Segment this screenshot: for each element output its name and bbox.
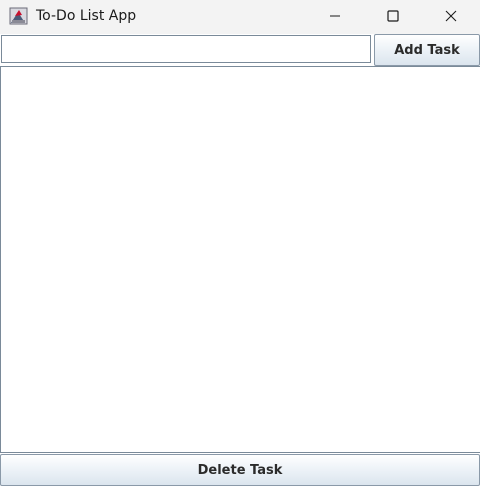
window-title: To-Do List App [36,8,137,24]
close-button[interactable] [422,0,480,32]
java-app-icon [9,6,29,26]
maximize-button[interactable] [364,0,422,32]
app-window: To-Do List App Add Task Delete Task [0,0,480,486]
minimize-button[interactable] [306,0,364,32]
input-row: Add Task [0,34,480,66]
close-icon [445,7,457,26]
task-input[interactable] [1,35,371,63]
title-bar[interactable]: To-Do List App [0,0,480,34]
minimize-icon [329,7,341,26]
maximize-icon [387,7,399,26]
task-list[interactable] [0,66,480,453]
delete-task-button[interactable]: Delete Task [0,454,480,486]
add-task-button[interactable]: Add Task [374,34,480,66]
